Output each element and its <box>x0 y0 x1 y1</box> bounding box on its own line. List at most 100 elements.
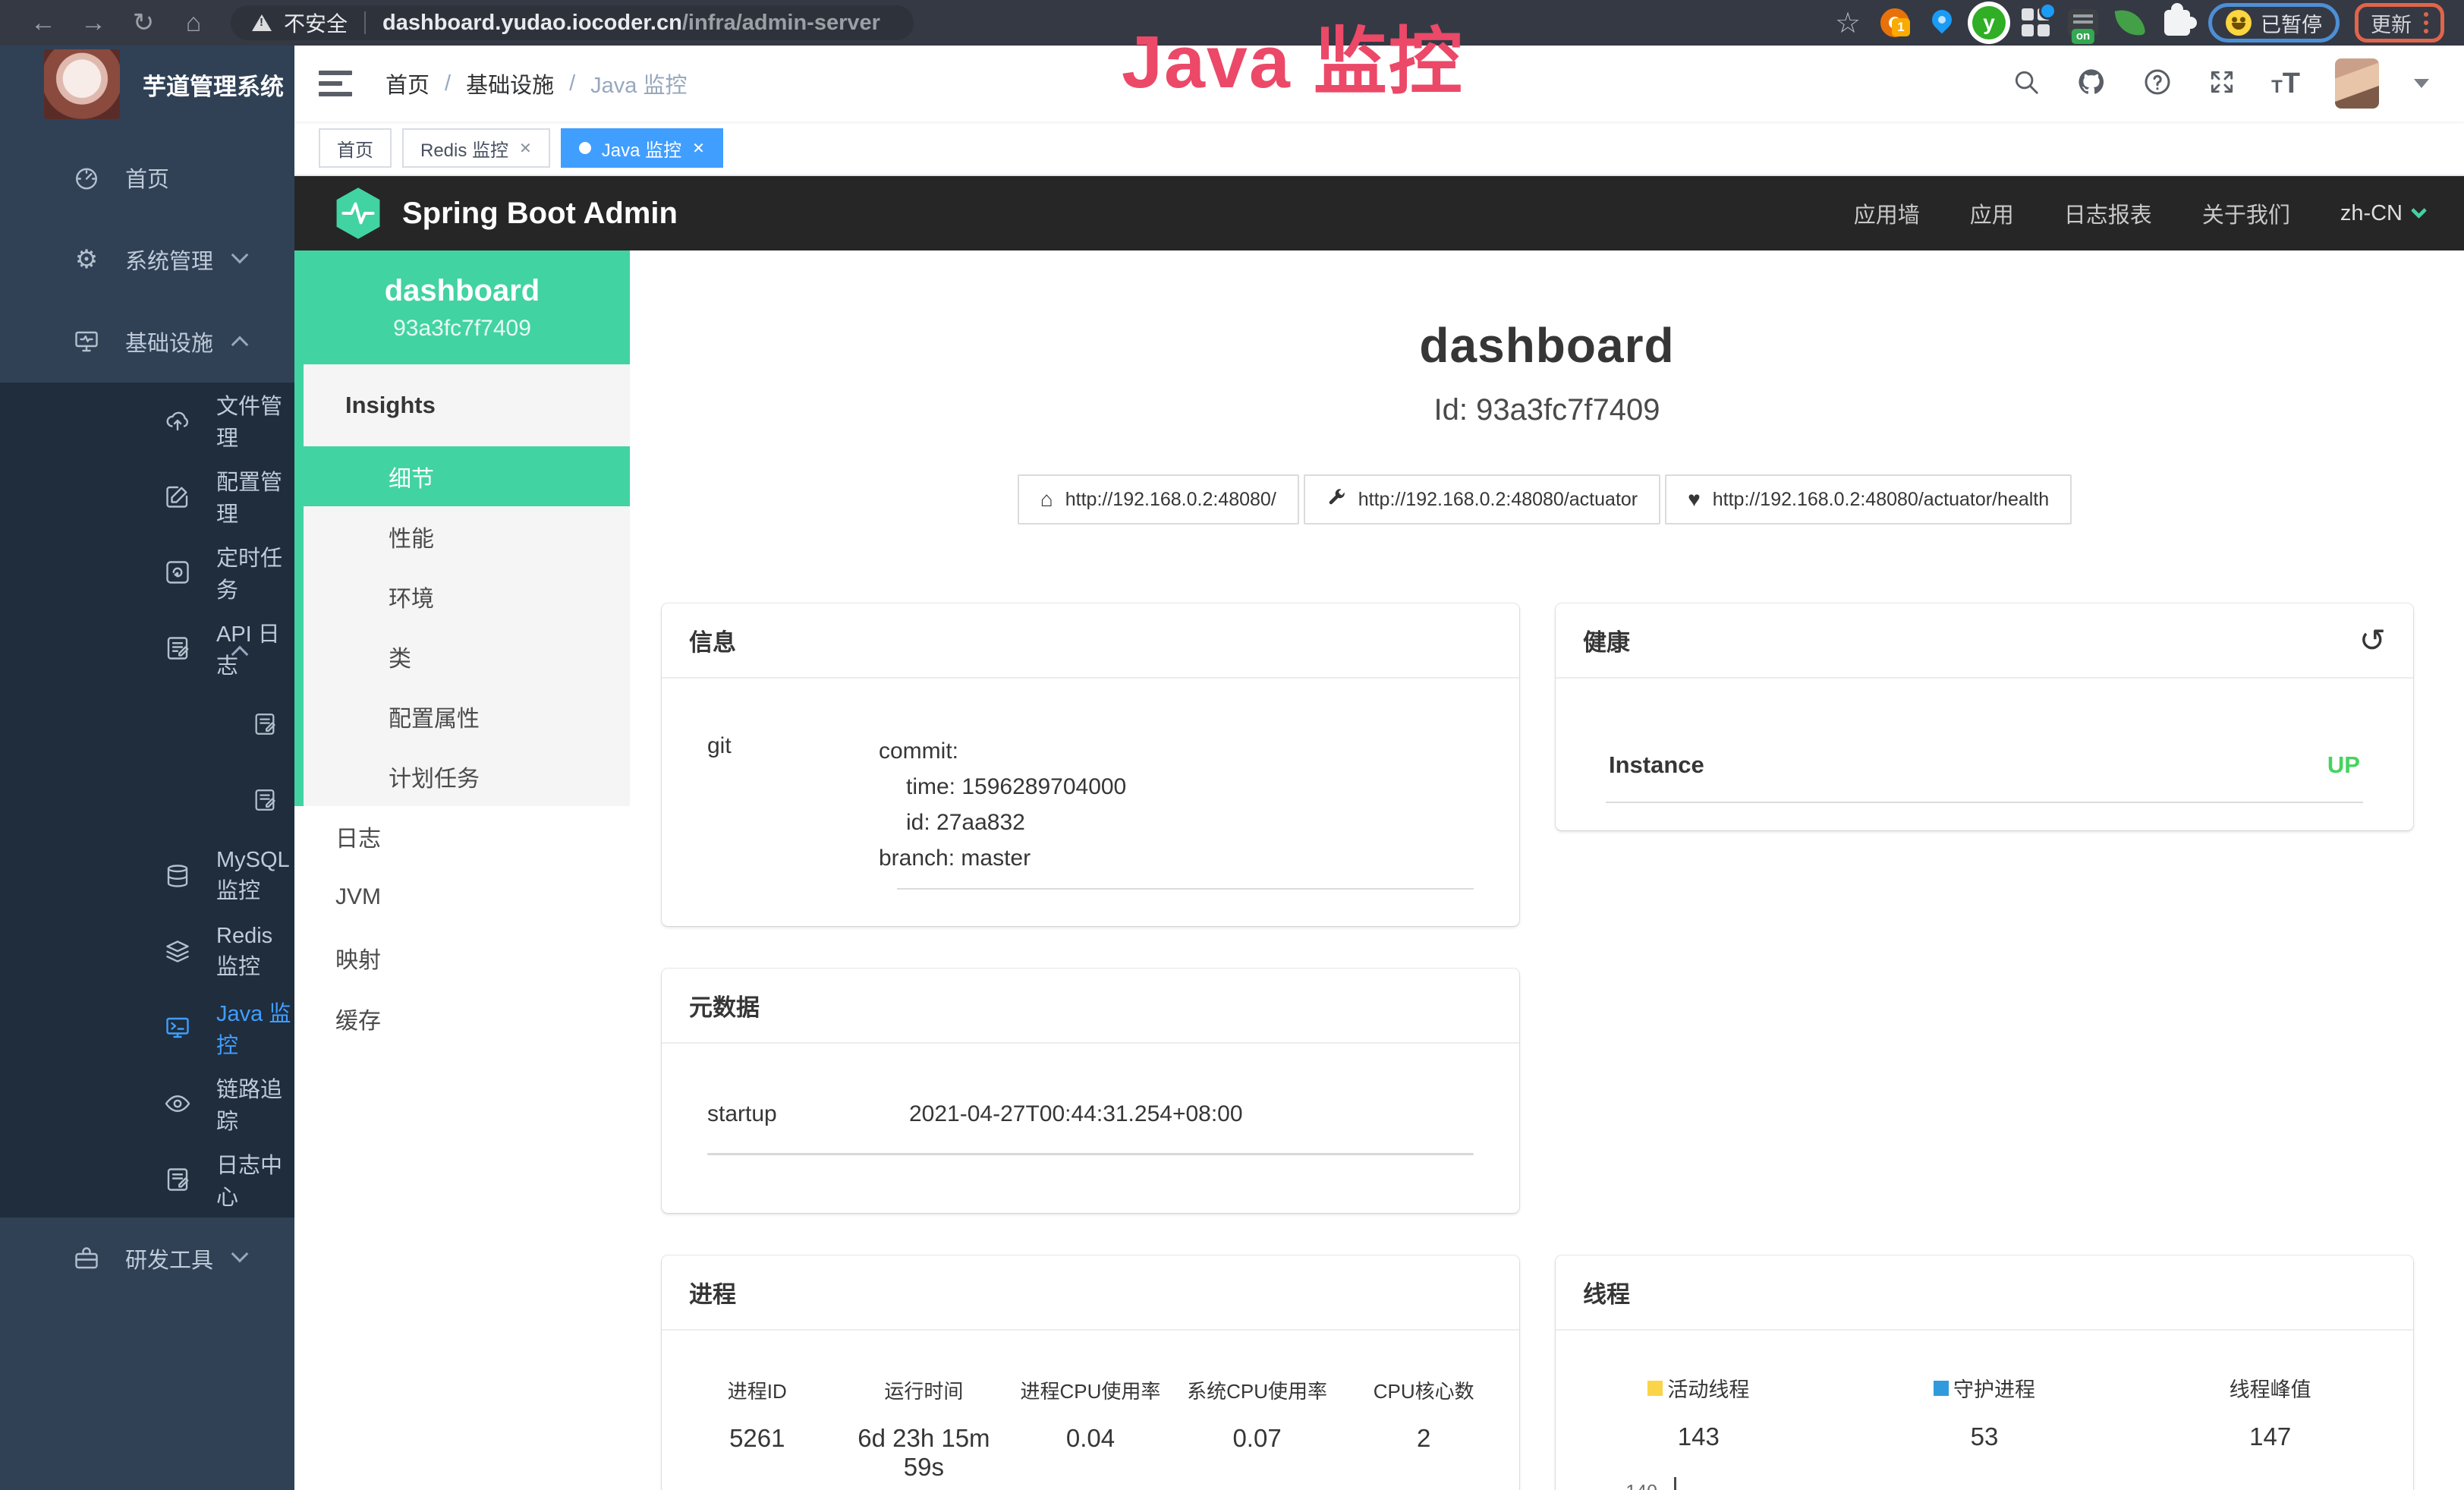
sidebar-item-home[interactable]: 首页 <box>0 137 294 219</box>
sba-item-caches[interactable]: 缓存 <box>294 988 630 1049</box>
tag-redis-monitor[interactable]: Redis 监控 ✕ <box>402 128 550 168</box>
sba-item-details[interactable]: 细节 <box>294 446 630 506</box>
extension-badge-count: 1 <box>1892 18 1910 36</box>
tag-java-monitor[interactable]: Java 监控 ✕ <box>561 128 723 168</box>
github-icon[interactable] <box>2075 66 2107 102</box>
sba-instance-name: dashboard <box>385 274 540 308</box>
address-bar[interactable]: 不安全 dashboard.yudao.iocoder.cn/infra/adm… <box>231 5 914 40</box>
sba-nav-about[interactable]: 关于我们 <box>2202 197 2290 229</box>
browser-menu-dots-icon[interactable] <box>2424 12 2428 33</box>
tag-home[interactable]: 首页 <box>319 128 392 168</box>
sidebar-item-label: 基础设施 <box>125 326 213 358</box>
sidebar-item-config-management[interactable]: 配置管理 <box>0 458 294 534</box>
sidebar-item-error-log[interactable]: 错误日志 <box>0 762 294 838</box>
sba-nav-applications[interactable]: 应用 <box>1970 197 2014 229</box>
process-col-cpus: CPU核心数 <box>1340 1376 1507 1404</box>
sba-item-jvm[interactable]: JVM <box>294 867 630 928</box>
extension-puzzle-icon[interactable] <box>2155 1 2199 45</box>
extension-pin-icon[interactable] <box>1920 1 1964 45</box>
sidebar-submenu-infra: 文件管理 配置管理 定时任务 <box>0 383 294 1218</box>
sidebar-item-mysql-monitor[interactable]: MySQL 监控 <box>0 838 294 914</box>
sba-instance-header[interactable]: dashboard 93a3fc7f7409 <box>294 250 630 364</box>
sidebar-item-system[interactable]: ⚙ 系统管理 <box>0 219 294 301</box>
instance-health-link[interactable]: ♥ http://192.168.0.2:48080/actuator/heal… <box>1665 474 2072 524</box>
hamburger-icon[interactable] <box>319 71 352 96</box>
sidebar-item-log-center[interactable]: 日志中心 <box>0 1142 294 1218</box>
sidebar-item-label: 定时任务 <box>216 540 294 604</box>
browser-reload-icon[interactable]: ↻ <box>120 0 167 46</box>
database-icon <box>163 862 192 890</box>
cloud-upload-icon <box>163 406 192 435</box>
eye-icon <box>163 1089 192 1118</box>
breadcrumb-infra[interactable]: 基础设施 <box>466 68 554 99</box>
sidebar-item-api-log[interactable]: API 日志 <box>0 610 294 686</box>
extension-orange-icon[interactable]: 1 <box>1873 1 1917 45</box>
instance-links: ⌂ http://192.168.0.2:48080/ http://192.1… <box>630 474 2464 524</box>
toolbox-icon <box>72 1244 101 1273</box>
browser-home-icon[interactable]: ⌂ <box>170 0 217 46</box>
git-id-line: id: 27aa832 <box>879 805 1492 840</box>
url-path[interactable]: /infra/admin-server <box>682 11 880 35</box>
sba-item-performance[interactable]: 性能 <box>304 506 630 566</box>
sba-item-scheduled-tasks[interactable]: 计划任务 <box>304 746 630 806</box>
extension-leaf-icon[interactable] <box>2108 1 2152 45</box>
user-avatar[interactable] <box>2335 58 2379 109</box>
sidebar-item-access-log[interactable]: 访问日志 <box>0 686 294 762</box>
sba-nav-journal[interactable]: 日志报表 <box>2064 197 2152 229</box>
note-edit-icon <box>163 634 192 663</box>
sidebar-item-label: 系统管理 <box>125 244 213 276</box>
metadata-row: startup 2021-04-27T00:44:31.254+08:00 <box>689 1101 1492 1127</box>
browser-back-icon[interactable]: ← <box>20 0 67 46</box>
instance-home-link[interactable]: ⌂ http://192.168.0.2:48080/ <box>1018 474 1299 524</box>
threads-live-value: 143 <box>1556 1422 1842 1451</box>
chevron-down-icon <box>231 1246 249 1263</box>
sba-item-logs[interactable]: 日志 <box>294 806 630 867</box>
sba-brand[interactable]: Spring Boot Admin <box>334 186 678 241</box>
sba-item-environment[interactable]: 环境 <box>304 566 630 626</box>
health-instance-label: Instance <box>1609 751 1704 779</box>
paused-label: 已暂停 <box>2261 8 2322 38</box>
history-icon[interactable]: ↺ <box>2359 625 2386 657</box>
profile-paused-pill[interactable]: 已暂停 <box>2208 3 2340 43</box>
sba-item-classes[interactable]: 类 <box>304 626 630 686</box>
font-size-icon[interactable]: TT <box>2271 68 2300 100</box>
sba-navbar: Spring Boot Admin 应用墙 应用 日志报表 关于我们 zh-CN <box>294 176 2464 250</box>
sidebar-item-tracing[interactable]: 链路追踪 <box>0 1066 294 1142</box>
search-icon[interactable] <box>2012 68 2041 100</box>
sba-locale-select[interactable]: zh-CN <box>2340 201 2425 226</box>
instance-actuator-link[interactable]: http://192.168.0.2:48080/actuator <box>1304 474 1660 524</box>
breadcrumb-home[interactable]: 首页 <box>385 68 430 99</box>
tag-close-icon[interactable]: ✕ <box>519 139 532 158</box>
sidebar-item-scheduled-jobs[interactable]: 定时任务 <box>0 534 294 610</box>
card-title: 线程 <box>1583 1275 1630 1309</box>
sidebar-item-infra[interactable]: 基础设施 <box>0 301 294 383</box>
sidebar-item-java-monitor[interactable]: Java 监控 <box>0 990 294 1066</box>
sidebar-item-file-management[interactable]: 文件管理 <box>0 383 294 458</box>
security-label[interactable]: 不安全 <box>284 8 348 38</box>
screen: ← → ↻ ⌂ 不安全 dashboard.yudao.iocoder.cn/i… <box>0 0 2464 1490</box>
y-tick-140: 140 <box>1598 1482 1657 1490</box>
sidebar-item-label: 文件管理 <box>216 389 294 452</box>
extension-grid-icon[interactable] <box>2014 1 2058 45</box>
bookmark-star-icon[interactable]: ☆ <box>1826 1 1870 45</box>
url-divider <box>364 11 366 34</box>
user-menu-caret-icon[interactable] <box>2414 79 2429 88</box>
sba-item-mappings[interactable]: 映射 <box>294 928 630 988</box>
sba-nav-wall[interactable]: 应用墙 <box>1854 197 1920 229</box>
security-warning-icon[interactable] <box>252 14 272 31</box>
info-value: commit: time: 1596289704000 id: 27aa832 … <box>879 733 1492 890</box>
sidebar-item-redis-monitor[interactable]: Redis 监控 <box>0 914 294 990</box>
tag-close-icon[interactable]: ✕ <box>692 139 705 158</box>
sidebar-item-dev-tools[interactable]: 研发工具 <box>0 1218 294 1299</box>
sba-item-config-properties[interactable]: 配置属性 <box>304 686 630 746</box>
fullscreen-icon[interactable] <box>2208 68 2236 100</box>
url-host[interactable]: dashboard.yudao.iocoder.cn <box>382 11 682 35</box>
tag-label: Java 监控 <box>602 135 681 162</box>
browser-forward-icon[interactable]: → <box>70 0 117 46</box>
extension-on-icon[interactable]: on <box>2061 1 2105 45</box>
browser-update-button[interactable]: 更新 <box>2355 3 2444 43</box>
extension-y-icon[interactable]: y <box>1967 1 2011 45</box>
monitor-icon <box>72 327 101 356</box>
help-icon[interactable] <box>2142 67 2173 101</box>
sidebar-logo-row[interactable]: 芋道管理系统 <box>0 46 294 123</box>
